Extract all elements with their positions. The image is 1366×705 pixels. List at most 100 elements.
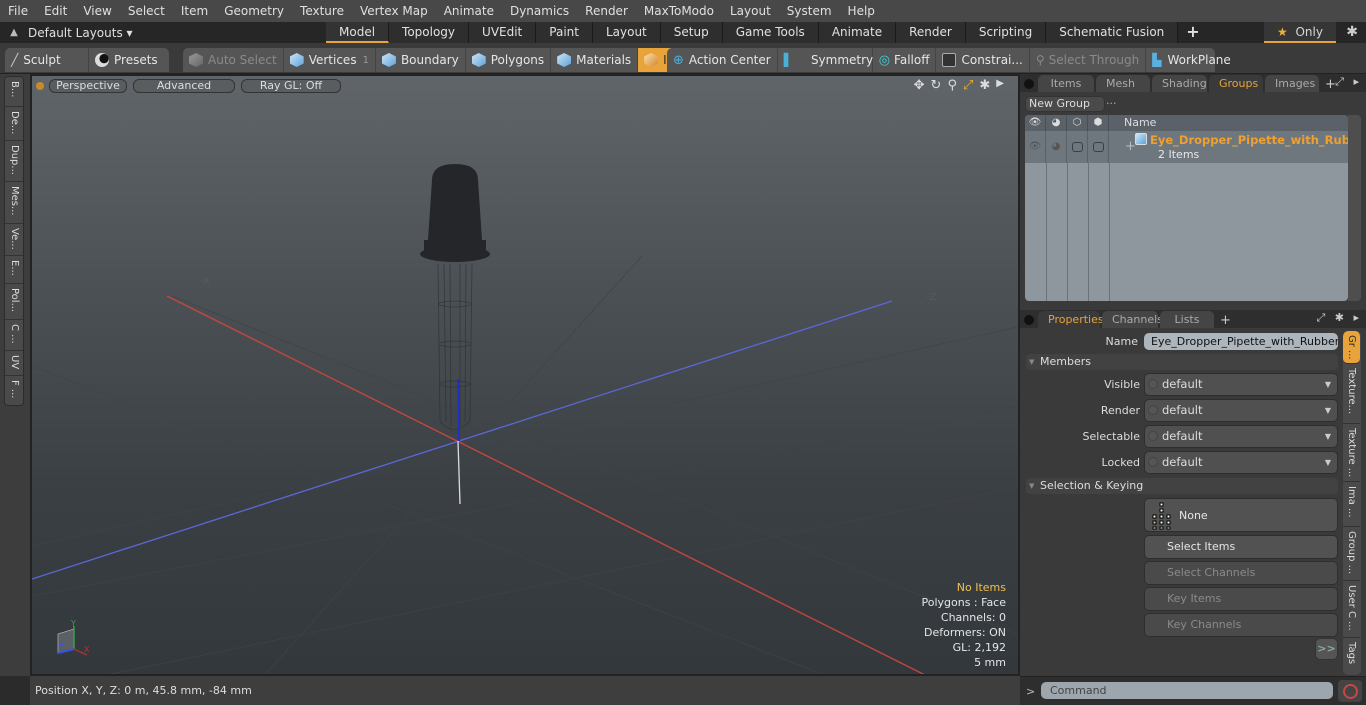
left-tab-edge[interactable]: E... — [5, 256, 23, 284]
raygl-button[interactable]: Ray GL: Off — [241, 79, 341, 93]
tab-channels[interactable]: Channels — [1102, 311, 1163, 328]
menu-select[interactable]: Select — [120, 4, 173, 18]
side-tab-group-2[interactable]: Group ... — [1343, 527, 1360, 581]
lock-column-icon[interactable]: ⬡ — [1067, 115, 1088, 131]
expand-arrow-icon[interactable]: ▶ — [996, 78, 1004, 93]
tab-shading[interactable]: Shading — [1152, 75, 1207, 92]
visible-dropdown[interactable]: default ▼ — [1144, 373, 1338, 396]
pan-icon[interactable]: ✥ — [914, 78, 925, 93]
perspective-button[interactable]: Perspective — [49, 79, 127, 93]
add-tab-button[interactable]: + — [1178, 22, 1207, 43]
properties-expand-icon[interactable]: ⤢ ✱ ▸ — [1316, 311, 1362, 325]
gear-icon[interactable]: ✱ — [1346, 24, 1358, 40]
viewport-options-dot[interactable] — [36, 82, 44, 90]
visibility-column-icon[interactable]: 👁 — [1025, 115, 1046, 131]
tab-setup[interactable]: Setup — [660, 22, 723, 43]
viewport-gear-icon[interactable]: ✱ — [979, 78, 990, 93]
tab-groups[interactable]: Groups — [1209, 75, 1263, 92]
sculpt-button[interactable]: ╱ Sculpt — [5, 48, 89, 72]
select-items-button[interactable]: Select Items — [1144, 535, 1338, 559]
tab-layout[interactable]: Layout — [592, 22, 661, 43]
action-center-button[interactable]: ⊕ Action Center — [667, 48, 778, 72]
tab-items[interactable]: Items — [1038, 75, 1094, 92]
groups-list-scrollbar[interactable] — [1348, 115, 1361, 301]
menu-geometry[interactable]: Geometry — [216, 4, 292, 18]
side-tab-tags[interactable]: Tags — [1343, 638, 1360, 675]
3d-viewport[interactable]: -X -Z Perspective Advanced Ray GL: Off ✥… — [30, 74, 1020, 676]
left-tab-mesh[interactable]: Mes... — [5, 182, 23, 224]
visibility-toggle[interactable]: 👁 — [1025, 131, 1046, 163]
constraints-button[interactable]: Constrai... — [936, 48, 1030, 72]
tab-schematic-fusion[interactable]: Schematic Fusion — [1046, 22, 1179, 43]
tab-model[interactable]: Model — [326, 22, 390, 43]
tab-game-tools[interactable]: Game Tools — [722, 22, 819, 43]
key-channels-button[interactable]: Key Channels — [1144, 613, 1338, 637]
menu-dynamics[interactable]: Dynamics — [502, 4, 577, 18]
menu-item[interactable]: Item — [173, 4, 216, 18]
panel-options-dot[interactable] — [1024, 79, 1034, 89]
tab-render[interactable]: Render — [896, 22, 966, 43]
polygons-button[interactable]: Polygons — [466, 48, 552, 72]
left-tab-b[interactable]: B... — [5, 77, 23, 107]
group-row[interactable]: 👁 ◕ + Eye_Dropper_Pipette_with_Rub... 2 … — [1025, 131, 1348, 163]
menu-animate[interactable]: Animate — [436, 4, 502, 18]
selection-keying-section[interactable]: Selection & Keying — [1026, 478, 1338, 494]
group-name[interactable]: Eye_Dropper_Pipette_with_Rub... — [1150, 133, 1348, 147]
symmetry-button[interactable]: ▌ Symmetry — [778, 48, 873, 72]
select-toggle[interactable] — [1088, 131, 1109, 163]
menu-help[interactable]: Help — [840, 4, 883, 18]
left-tab-vertex[interactable]: Ve... — [5, 224, 23, 256]
tab-scripting[interactable]: Scripting — [965, 22, 1047, 43]
menu-render[interactable]: Render — [577, 4, 636, 18]
rotate-icon[interactable]: ↻ — [931, 78, 942, 93]
add-properties-tab-button[interactable]: + — [1220, 313, 1231, 328]
auto-select-button[interactable]: Auto Select — [183, 48, 284, 72]
side-tab-texture-2[interactable]: Texture ... — [1343, 424, 1360, 482]
tab-animate[interactable]: Animate — [818, 22, 897, 43]
tab-topology[interactable]: Topology — [389, 22, 470, 43]
selectable-dropdown[interactable]: default ▼ — [1144, 425, 1338, 448]
boundary-button[interactable]: Boundary — [376, 48, 466, 72]
render-column-icon[interactable]: ◕ — [1046, 115, 1067, 131]
tab-properties[interactable]: Properties — [1038, 311, 1104, 328]
menu-edit[interactable]: Edit — [36, 4, 75, 18]
select-through-button[interactable]: ⚲ Select Through — [1030, 48, 1147, 72]
left-tab-deform[interactable]: De... — [5, 107, 23, 141]
name-column-header[interactable]: Name — [1109, 115, 1156, 131]
menu-system[interactable]: System — [779, 4, 840, 18]
side-tab-user-channels[interactable]: User C ... — [1343, 581, 1360, 638]
more-button[interactable]: >> — [1315, 638, 1338, 660]
key-items-button[interactable]: Key Items — [1144, 587, 1338, 611]
default-layouts-dropdown[interactable]: Default Layouts ▾ — [28, 26, 326, 40]
new-group-button[interactable]: New Group — [1025, 96, 1105, 112]
left-tab-uv[interactable]: UV — [5, 351, 23, 376]
falloff-button[interactable]: ◎ Falloff — [873, 48, 937, 72]
name-field[interactable]: Eye_Dropper_Pipette_with_Rubber_H — [1144, 333, 1338, 350]
render-dropdown[interactable]: default ▼ — [1144, 399, 1338, 422]
menu-file[interactable]: File — [0, 4, 36, 18]
left-tab-f[interactable]: F ... — [5, 376, 23, 405]
side-tab-group[interactable]: Gr ... — [1343, 331, 1360, 364]
workplane-button[interactable]: ▙ WorkPlane — [1146, 48, 1237, 72]
left-tab-duplicate[interactable]: Dup... — [5, 141, 23, 182]
left-tab-polygon[interactable]: Pol... — [5, 284, 23, 320]
collapse-arrow-icon[interactable]: ▲ — [0, 27, 28, 38]
properties-options-dot[interactable] — [1024, 315, 1034, 325]
panel-expand-icon[interactable]: ⤢ ▸ — [1335, 75, 1362, 89]
tab-mesh[interactable]: Mesh ... — [1096, 75, 1150, 107]
left-tab-curve[interactable]: C ... — [5, 320, 23, 351]
vertices-button[interactable]: Vertices 1 — [284, 48, 376, 72]
side-tab-images[interactable]: Ima ... — [1343, 482, 1360, 527]
side-tab-texture-1[interactable]: Texture... — [1343, 364, 1360, 424]
locked-dropdown[interactable]: default ▼ — [1144, 451, 1338, 474]
command-input[interactable]: Command — [1041, 682, 1333, 699]
menu-view[interactable]: View — [75, 4, 119, 18]
tab-lists[interactable]: Lists — [1160, 311, 1214, 328]
shading-button[interactable]: Advanced — [133, 79, 235, 93]
tab-paint[interactable]: Paint — [536, 22, 593, 43]
only-toggle[interactable]: ★ Only — [1264, 22, 1336, 43]
select-column-icon[interactable]: ⬢ — [1088, 115, 1109, 131]
menu-maxtomodo[interactable]: MaxToModo — [636, 4, 722, 18]
select-channels-button[interactable]: Select Channels — [1144, 561, 1338, 585]
menu-layout[interactable]: Layout — [722, 4, 779, 18]
